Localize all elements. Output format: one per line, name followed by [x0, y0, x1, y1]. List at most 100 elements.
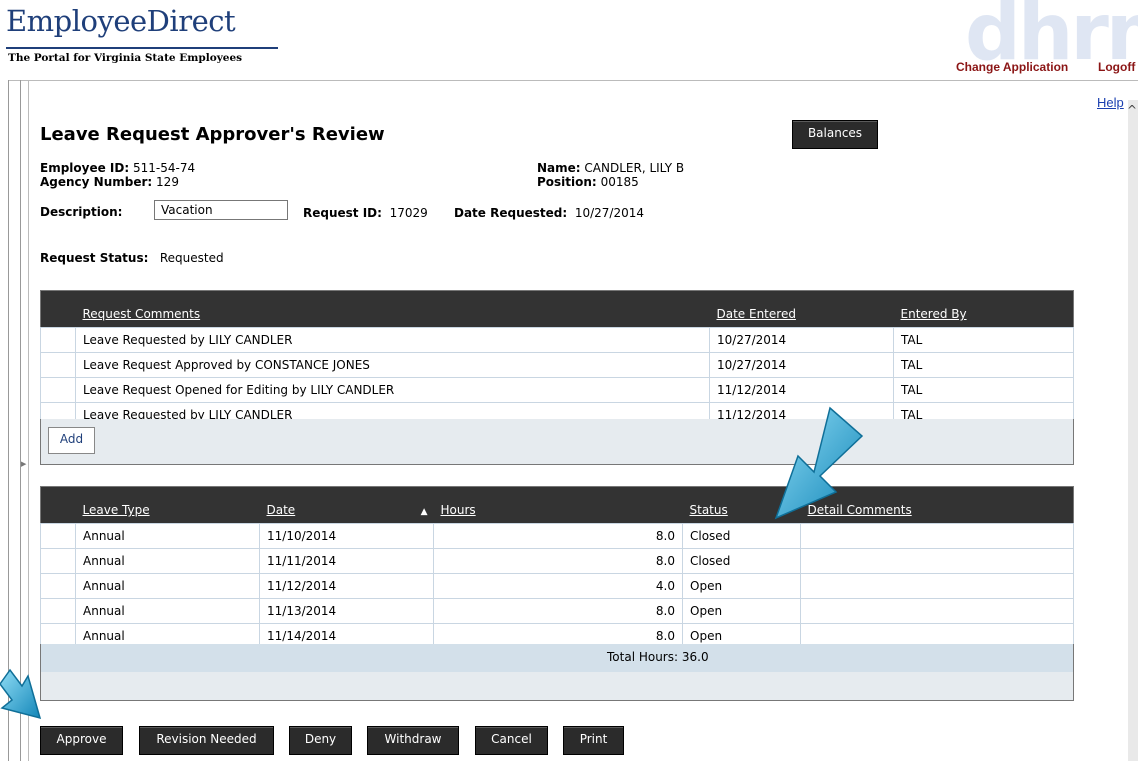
table-row[interactable]: Annual 11/10/2014 8.0 Closed	[40, 523, 1074, 549]
employee-id-value: 511-54-74	[132, 161, 196, 175]
request-id-label: Request ID:	[303, 206, 382, 220]
leave-type-cell: Annual	[75, 523, 260, 549]
comment-cell: Leave Request Approved by CONSTANCE JONE…	[75, 352, 710, 378]
table-row[interactable]: Annual 11/12/2014 4.0 Open	[40, 573, 1074, 599]
pointer-arrow-icon	[774, 406, 864, 520]
date-requested-value: 10/27/2014	[574, 206, 644, 220]
employee-name-value: CANDLER, LILY B	[584, 161, 685, 175]
hours-cell: 8.0	[433, 548, 683, 574]
request-id: Request ID: 17029	[303, 206, 428, 220]
leave-type-cell: Annual	[75, 548, 260, 574]
table-row[interactable]: Leave Requested by LILY CANDLER 10/27/201…	[40, 327, 1074, 353]
date-cell: 10/27/2014	[709, 352, 894, 378]
column-header-leave-type[interactable]: Leave Type	[75, 486, 260, 524]
balances-button[interactable]: Balances	[792, 120, 878, 149]
description-label: Description:	[40, 205, 123, 219]
comments-header-row: Request Comments Date Entered Entered By	[40, 290, 1074, 328]
hours-cell: 4.0	[433, 573, 683, 599]
employee-name: Name: CANDLER, LILY B	[537, 161, 684, 175]
hours-cell: 8.0	[433, 598, 683, 624]
print-button[interactable]: Print	[563, 726, 624, 755]
date-cell: 11/11/2014	[259, 548, 434, 574]
status-cell: Open	[682, 598, 801, 624]
date-cell: 11/13/2014	[259, 598, 434, 624]
status-cell: Closed	[682, 548, 801, 574]
detail-comment-cell	[800, 573, 1074, 599]
detail-comment-cell	[800, 598, 1074, 624]
logo-underline	[6, 47, 278, 49]
portal-tagline: The Portal for Virginia State Employees	[8, 52, 243, 64]
cancel-button[interactable]: Cancel	[475, 726, 548, 755]
content-left-border	[28, 80, 29, 761]
comments-footer: Add	[40, 419, 1074, 465]
employee-id-label: Employee ID:	[40, 161, 130, 175]
table-row[interactable]: Annual 11/11/2014 8.0 Closed	[40, 548, 1074, 574]
agency-number-value: 129	[156, 175, 179, 189]
scroll-up-icon[interactable]: ^	[1127, 103, 1137, 117]
leave-type-cell: Annual	[75, 598, 260, 624]
table-row[interactable]: Leave Request Approved by CONSTANCE JONE…	[40, 352, 1074, 378]
employee-direct-logo: EmployeeDirect	[6, 4, 236, 38]
help-link[interactable]: Help	[1097, 95, 1124, 110]
column-header-request-comments[interactable]: Request Comments	[75, 290, 710, 328]
leave-table-footer	[40, 672, 1074, 701]
entered-by-cell: TAL	[893, 377, 1074, 403]
approve-button[interactable]: Approve	[40, 726, 123, 755]
logoff-link[interactable]: Logoff	[1098, 60, 1135, 74]
total-hours-row: Total Hours: 36.0	[40, 644, 1074, 673]
entered-by-cell: TAL	[893, 327, 1074, 353]
date-requested: Date Requested: 10/27/2014	[454, 206, 644, 220]
request-status-label: Request Status:	[40, 251, 149, 265]
request-id-value: 17029	[389, 206, 428, 220]
request-status-value: Requested	[159, 251, 224, 265]
column-header-hours[interactable]: Hours	[433, 486, 683, 524]
request-status: Request Status: Requested	[40, 251, 224, 265]
date-requested-label: Date Requested:	[454, 206, 568, 220]
total-hours: Total Hours: 36.0	[607, 650, 709, 664]
add-comment-button[interactable]: Add	[48, 427, 95, 454]
date-cell: 10/27/2014	[709, 327, 894, 353]
vertical-scrollbar[interactable]	[1128, 100, 1138, 761]
status-cell: Open	[682, 573, 801, 599]
frame-left-border	[8, 80, 9, 761]
change-application-link[interactable]: Change Application	[956, 60, 1068, 74]
description-field[interactable]: Vacation	[154, 200, 288, 220]
employee-name-label: Name:	[537, 161, 581, 175]
column-header-date-entered[interactable]: Date Entered	[709, 290, 894, 328]
table-row[interactable]: Annual 11/13/2014 8.0 Open	[40, 598, 1074, 624]
column-header-date[interactable]: Date ▲	[259, 486, 434, 524]
employee-id: Employee ID: 511-54-74	[40, 161, 195, 175]
date-cell: 11/12/2014	[259, 573, 434, 599]
page-title: Leave Request Approver's Review	[40, 124, 385, 145]
expand-panel-icon[interactable]: ▶	[21, 460, 26, 468]
detail-comment-cell	[800, 548, 1074, 574]
entered-by-cell: TAL	[893, 352, 1074, 378]
employee-position: Position: 00185	[537, 175, 639, 189]
leave-detail-table: Leave Type Date ▲ Hours Status Detail Com…	[40, 486, 1074, 649]
table-row[interactable]: Leave Request Opened for Editing by LILY…	[40, 377, 1074, 403]
agency-number-label: Agency Number:	[40, 175, 153, 189]
deny-button[interactable]: Deny	[289, 726, 352, 755]
date-cell: 11/10/2014	[259, 523, 434, 549]
withdraw-button[interactable]: Withdraw	[367, 726, 459, 755]
position-value: 00185	[600, 175, 639, 189]
comment-cell: Leave Requested by LILY CANDLER	[75, 327, 710, 353]
column-header-entered-by[interactable]: Entered By	[893, 290, 1074, 328]
pointer-arrow-icon	[0, 668, 42, 720]
date-cell: 11/12/2014	[709, 377, 894, 403]
status-cell: Closed	[682, 523, 801, 549]
frame-splitter[interactable]	[20, 80, 21, 761]
portal-header: dhrm EmployeeDirect The Portal for Virgi…	[0, 0, 1138, 80]
frame-top-border	[8, 80, 1138, 81]
detail-comment-cell	[800, 523, 1074, 549]
revision-needed-button[interactable]: Revision Needed	[139, 726, 274, 755]
request-comments-table: Request Comments Date Entered Entered By…	[40, 290, 1074, 428]
position-label: Position:	[537, 175, 597, 189]
comments-select-header	[40, 290, 76, 328]
comment-cell: Leave Request Opened for Editing by LILY…	[75, 377, 710, 403]
leave-select-header	[40, 486, 76, 524]
sort-ascending-icon[interactable]: ▲	[421, 507, 428, 517]
agency-number: Agency Number: 129	[40, 175, 179, 189]
hours-cell: 8.0	[433, 523, 683, 549]
leave-header-row: Leave Type Date ▲ Hours Status Detail Com…	[40, 486, 1074, 524]
